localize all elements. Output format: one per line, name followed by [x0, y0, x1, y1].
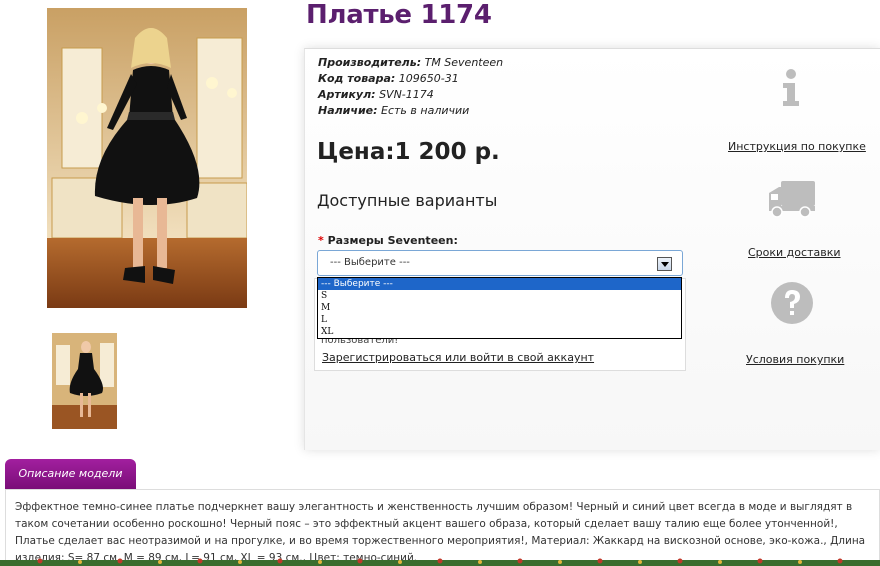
size-select-value: --- Выберите --- — [330, 257, 410, 268]
size-option[interactable]: L — [318, 314, 681, 326]
truck-icon[interactable] — [767, 179, 817, 223]
size-option[interactable]: --- Выберите --- — [318, 278, 681, 290]
product-title: Платье 1174 — [306, 0, 492, 30]
register-login-link[interactable]: Зарегистрироваться или войти в свой акка… — [322, 351, 594, 364]
size-label-text: Размеры Seventeen: — [327, 234, 458, 247]
meta-availability: Наличие: Есть в наличии — [318, 103, 503, 119]
meta-label: Производитель: — [318, 56, 422, 69]
meta-value: TM Seventeen — [424, 56, 504, 69]
meta-product-code: Код товара: 109650-31 — [318, 71, 503, 87]
product-price: Цена:1 200 р. — [317, 139, 500, 165]
sidebar-link-terms[interactable]: Условия покупки — [746, 353, 844, 366]
product-main-photo[interactable] — [47, 8, 247, 308]
sidebar-link-purchase-instructions[interactable]: Инструкция по покупке — [728, 140, 866, 153]
garland-decoration — [0, 558, 880, 566]
meta-manufacturer: Производитель: TM Seventeen — [318, 55, 503, 71]
required-mark: * — [318, 234, 324, 247]
sidebar-link-delivery[interactable]: Сроки доставки — [748, 246, 841, 259]
product-meta: Производитель: TM Seventeen Код товара: … — [318, 55, 503, 119]
size-option[interactable]: M — [318, 302, 681, 314]
size-dropdown-list[interactable]: --- Выберите --- S M L XL — [317, 277, 682, 339]
tab-description[interactable]: Описание модели — [5, 459, 136, 489]
info-icon[interactable] — [778, 68, 804, 112]
chevron-down-icon[interactable] — [657, 257, 672, 271]
variants-heading: Доступные варианты — [317, 191, 498, 210]
size-option[interactable]: S — [318, 290, 681, 302]
size-label: * Размеры Seventeen: — [318, 234, 458, 247]
size-select[interactable]: --- Выберите --- — [317, 250, 683, 276]
meta-label: Артикул: — [318, 88, 376, 101]
question-icon[interactable] — [770, 281, 814, 329]
meta-value: 109650-31 — [398, 72, 459, 85]
meta-label: Код товара: — [318, 72, 396, 85]
product-thumbnail[interactable] — [52, 333, 117, 429]
meta-article: Артикул: SVN-1174 — [318, 87, 503, 103]
meta-value: Есть в наличии — [381, 104, 470, 117]
meta-value: SVN-1174 — [379, 88, 434, 101]
size-option[interactable]: XL — [318, 326, 681, 338]
meta-label: Наличие: — [318, 104, 378, 117]
